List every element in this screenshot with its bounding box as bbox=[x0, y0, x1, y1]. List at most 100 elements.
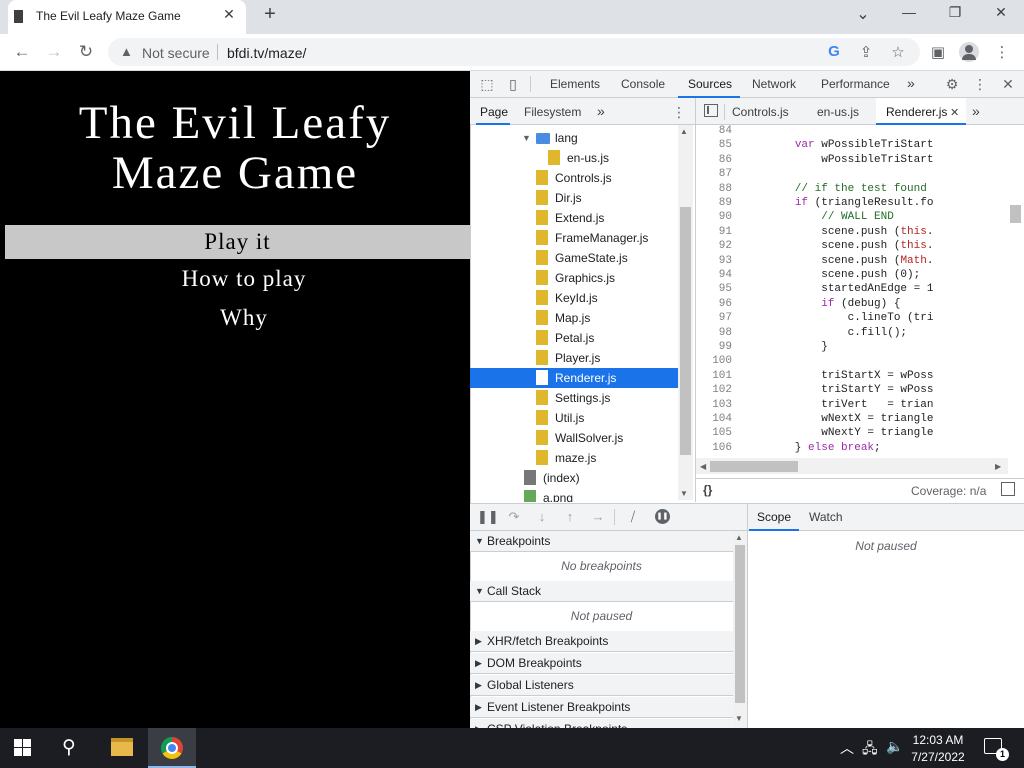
menu-play-it[interactable]: Play it bbox=[5, 225, 470, 259]
scroll-down-icon[interactable]: ▼ bbox=[680, 489, 688, 498]
code-line[interactable]: if (debug) { bbox=[742, 298, 900, 310]
line-number[interactable]: 92 bbox=[696, 240, 732, 252]
inspect-element-icon[interactable]: ⬚ bbox=[478, 76, 496, 93]
side-panel-icon[interactable]: ▣ bbox=[928, 43, 948, 61]
code-line[interactable]: triVert = trian bbox=[742, 399, 933, 411]
tree-item[interactable]: GameState.js bbox=[470, 248, 678, 268]
code-line[interactable]: startedAnEdge = 1 bbox=[742, 283, 933, 295]
debugger-section-header[interactable]: ▶ Global Listeners bbox=[470, 675, 733, 696]
clock-time[interactable]: 12:03 AM bbox=[908, 733, 968, 747]
tree-item[interactable]: WallSolver.js bbox=[470, 428, 678, 448]
debugger-section-header[interactable]: ▶ XHR/fetch Breakpoints bbox=[470, 631, 733, 652]
coverage-icon[interactable] bbox=[1001, 482, 1015, 496]
tree-item[interactable]: Settings.js bbox=[470, 388, 678, 408]
editor-tab-en-us[interactable]: en-us.js bbox=[817, 105, 859, 119]
line-number[interactable]: 90 bbox=[696, 211, 732, 223]
line-number[interactable]: 98 bbox=[696, 327, 732, 339]
tree-item[interactable]: Renderer.js bbox=[470, 368, 678, 388]
line-number[interactable]: 97 bbox=[696, 312, 732, 324]
line-number[interactable]: 84 bbox=[696, 125, 732, 137]
settings-gear-icon[interactable]: ⚙ bbox=[943, 76, 961, 93]
editor-tab-close-icon[interactable]: ✕ bbox=[950, 106, 959, 119]
editor-more-tabs-icon[interactable]: » bbox=[972, 103, 980, 119]
code-line[interactable]: } else break; bbox=[742, 442, 881, 454]
code-line[interactable]: // WALL END bbox=[742, 211, 894, 223]
line-number[interactable]: 104 bbox=[696, 413, 732, 425]
code-line[interactable]: wNextY = triangle bbox=[742, 427, 933, 439]
back-button[interactable]: ← bbox=[10, 41, 34, 65]
editor-horizontal-thumb[interactable] bbox=[710, 461, 798, 472]
minimize-button[interactable]: — bbox=[894, 4, 924, 26]
devtools-close-icon[interactable]: ✕ bbox=[999, 76, 1017, 93]
debugger-section-header[interactable]: ▼ Call Stack bbox=[470, 581, 733, 602]
menu-why[interactable]: Why bbox=[0, 305, 488, 331]
devtools-menu-icon[interactable]: ⋮ bbox=[971, 76, 989, 93]
code-line[interactable]: scene.push (0); bbox=[742, 269, 920, 281]
volume-icon[interactable]: 🔈 bbox=[886, 738, 903, 755]
tree-item[interactable]: Player.js bbox=[470, 348, 678, 368]
tree-item[interactable]: Petal.js bbox=[470, 328, 678, 348]
scroll-right-icon[interactable]: ▶ bbox=[995, 462, 1001, 471]
tab-scope[interactable]: Scope bbox=[757, 510, 791, 524]
tree-item[interactable]: Graphics.js bbox=[470, 268, 678, 288]
tree-item[interactable]: (index) bbox=[470, 468, 678, 488]
debugger-scroll-up-icon[interactable]: ▲ bbox=[735, 533, 743, 542]
debugger-scroll-down-icon[interactable]: ▼ bbox=[735, 714, 743, 723]
navigator-tab-page[interactable]: Page bbox=[480, 105, 508, 119]
more-tabs-icon[interactable]: » bbox=[907, 75, 915, 91]
menu-kebab-icon[interactable]: ⋮ bbox=[992, 43, 1012, 61]
bookmark-star-icon[interactable]: ☆ bbox=[888, 43, 908, 61]
expand-triangle-icon[interactable]: ▼ bbox=[522, 128, 531, 148]
code-line[interactable]: wNextX = triangle bbox=[742, 413, 933, 425]
step-out-icon[interactable]: ↑ bbox=[561, 509, 579, 524]
step-into-icon[interactable]: ↓ bbox=[533, 509, 551, 524]
navigator-scroll-thumb[interactable] bbox=[680, 207, 691, 455]
line-number[interactable]: 106 bbox=[696, 442, 732, 454]
code-line[interactable]: var wPossibleTriStart bbox=[742, 139, 934, 151]
pause-icon[interactable]: ❚❚ bbox=[477, 509, 499, 525]
code-area[interactable]: var wPossibleTriStart wPossibleTriStart … bbox=[740, 125, 1008, 455]
step-over-icon[interactable]: ↷ bbox=[505, 509, 523, 525]
line-number[interactable]: 101 bbox=[696, 370, 732, 382]
tree-item[interactable]: Util.js bbox=[470, 408, 678, 428]
forward-button[interactable]: → bbox=[42, 41, 66, 65]
pretty-print-button[interactable]: {} bbox=[703, 483, 712, 497]
taskbar-search-icon[interactable]: ⚲ bbox=[62, 736, 76, 759]
new-tab-button[interactable]: + bbox=[260, 3, 280, 26]
tab-search-chevron-icon[interactable]: ⌄ bbox=[848, 4, 878, 26]
pause-on-exceptions-icon[interactable]: ❚❚ bbox=[655, 509, 670, 524]
tree-item[interactable]: FrameManager.js bbox=[470, 228, 678, 248]
warning-icon[interactable]: ▲ bbox=[120, 44, 133, 59]
code-line[interactable]: c.lineTo (tri bbox=[742, 312, 934, 324]
tab-network[interactable]: Network bbox=[752, 77, 796, 91]
code-line[interactable]: c.fill(); bbox=[742, 327, 907, 339]
code-line[interactable]: scene.push (this. bbox=[742, 240, 933, 252]
tree-item[interactable]: Controls.js bbox=[470, 168, 678, 188]
debugger-scroll-thumb[interactable] bbox=[735, 545, 745, 703]
editor-vertical-scrollbar[interactable] bbox=[1008, 125, 1024, 455]
profile-avatar-icon[interactable] bbox=[959, 42, 979, 62]
code-line[interactable]: if (triangleResult.fo bbox=[742, 197, 934, 209]
tab-sources[interactable]: Sources bbox=[688, 77, 732, 91]
tab-console[interactable]: Console bbox=[621, 77, 665, 91]
code-line[interactable]: triStartY = wPoss bbox=[742, 384, 933, 396]
debugger-section-header[interactable]: ▶ Event Listener Breakpoints bbox=[470, 697, 733, 718]
restore-button[interactable]: ❐ bbox=[940, 4, 970, 26]
security-status[interactable]: Not secure bbox=[142, 45, 210, 61]
code-line[interactable]: scene.push (Math. bbox=[742, 255, 933, 267]
windows-start-icon[interactable] bbox=[14, 739, 32, 757]
file-explorer-icon[interactable] bbox=[111, 738, 133, 756]
line-number[interactable]: 94 bbox=[696, 269, 732, 281]
navigator-more-icon[interactable]: » bbox=[597, 103, 605, 119]
toggle-navigator-icon[interactable] bbox=[704, 104, 718, 117]
line-number[interactable]: 95 bbox=[696, 283, 732, 295]
line-number[interactable]: 86 bbox=[696, 154, 732, 166]
debugger-splitter[interactable] bbox=[747, 503, 748, 728]
line-number[interactable]: 99 bbox=[696, 341, 732, 353]
line-number[interactable]: 91 bbox=[696, 226, 732, 238]
code-line[interactable]: scene.push (this. bbox=[742, 226, 933, 238]
line-number[interactable]: 102 bbox=[696, 384, 732, 396]
tree-item[interactable]: Dir.js bbox=[470, 188, 678, 208]
line-number[interactable]: 96 bbox=[696, 298, 732, 310]
line-number[interactable]: 105 bbox=[696, 427, 732, 439]
